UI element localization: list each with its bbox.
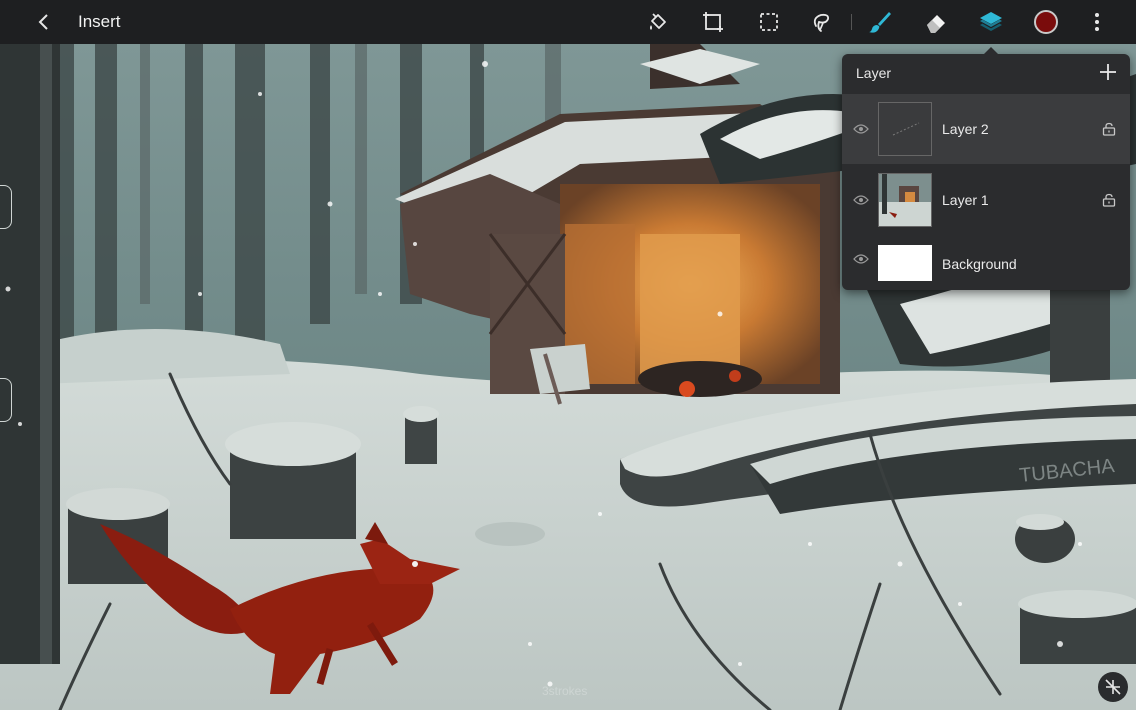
transform-button[interactable]: [699, 8, 727, 36]
more-icon: [1095, 13, 1099, 31]
lock-icon: [1102, 193, 1116, 207]
layer-panel: Layer Layer 2 Layer 1 Background: [842, 47, 1130, 290]
layer-lock-toggle[interactable]: [1100, 120, 1118, 138]
eye-icon: [853, 254, 869, 264]
brush-size-slider[interactable]: [0, 185, 12, 229]
page-title: Insert: [78, 12, 121, 31]
layer-visibility-toggle[interactable]: [852, 120, 870, 138]
back-arrow-icon: [38, 14, 48, 30]
layer-lock-toggle[interactable]: [1100, 191, 1118, 209]
fill-bucket-button[interactable]: [644, 8, 672, 36]
layer-visibility-toggle[interactable]: [852, 191, 870, 209]
layer-row-layer-2[interactable]: Layer 2: [842, 94, 1130, 164]
brush-opacity-slider[interactable]: [0, 378, 12, 422]
brush-icon: [869, 12, 891, 33]
toolbar-divider: [851, 14, 852, 30]
add-layer-button[interactable]: [1096, 60, 1120, 84]
watermark: 3strokes: [542, 684, 588, 698]
selection-icon: [760, 13, 778, 31]
lock-icon: [1102, 122, 1116, 136]
layer-name: Layer 1: [942, 192, 989, 208]
layer-name: Layer 2: [942, 121, 989, 137]
back-button[interactable]: [30, 8, 58, 36]
layers-button[interactable]: [977, 8, 1005, 36]
fill-bucket-icon: [650, 13, 666, 30]
lasso-button[interactable]: [807, 8, 835, 36]
layer-name: Background: [942, 256, 1017, 272]
plus-icon: [1100, 64, 1116, 80]
selection-button[interactable]: [755, 8, 783, 36]
layer-thumbnail-image: [892, 122, 920, 136]
layer-thumbnail-image: [879, 174, 931, 226]
eye-icon: [853, 195, 869, 205]
eraser-icon: [927, 15, 945, 33]
layer-row-layer-1[interactable]: Layer 1: [842, 165, 1130, 235]
collapse-ui-button[interactable]: [1098, 672, 1128, 702]
layer-row-background[interactable]: Background: [842, 230, 1130, 288]
lasso-icon: [813, 13, 830, 32]
layer-thumbnail: [878, 173, 932, 227]
eraser-button[interactable]: [922, 8, 950, 36]
transform-icon: [703, 12, 723, 32]
eye-icon: [853, 124, 869, 134]
top-toolbar: Insert: [0, 0, 1136, 44]
brush-button[interactable]: [867, 8, 895, 36]
layers-icon: [980, 12, 1002, 31]
layer-thumbnail: [878, 102, 932, 156]
layer-panel-title: Layer: [856, 65, 892, 81]
more-options-button[interactable]: [1083, 8, 1111, 36]
color-picker-button[interactable]: [1034, 10, 1058, 34]
collapse-icon: [1105, 679, 1121, 695]
layer-thumbnail: [878, 245, 932, 281]
layer-visibility-toggle[interactable]: [852, 250, 870, 268]
